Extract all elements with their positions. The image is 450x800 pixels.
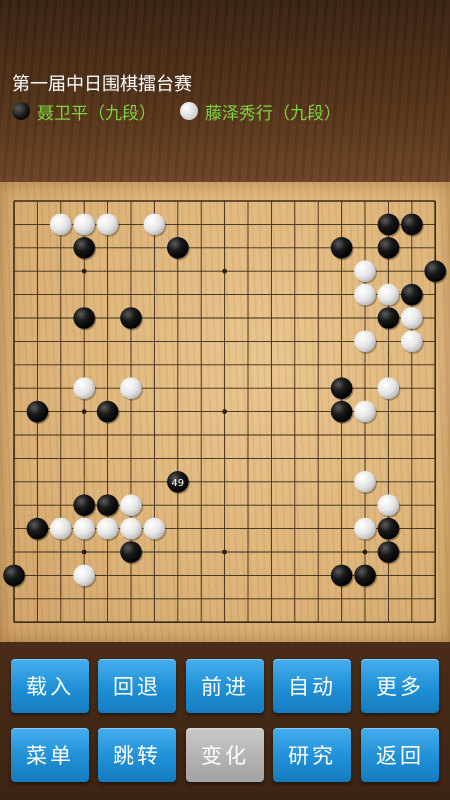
variation-button[interactable]: 变化 [186, 728, 264, 782]
star-point [222, 268, 228, 274]
black-stone [26, 517, 49, 540]
white-stone [354, 517, 376, 540]
forward-button[interactable]: 前进 [186, 659, 264, 713]
white-stone [73, 564, 95, 587]
black-stone [330, 377, 353, 399]
black-stone [377, 237, 400, 259]
white-stone [50, 213, 72, 236]
black-stone [120, 541, 142, 563]
black-stone [73, 237, 95, 259]
black-player: 聂卫平 （九段） [12, 100, 156, 124]
auto-button[interactable]: 自动 [273, 659, 351, 713]
white-stone [401, 330, 423, 353]
black-stone [424, 260, 447, 282]
black-stone [167, 237, 189, 259]
black-stone [96, 494, 119, 516]
white-stone [120, 377, 142, 399]
more-button[interactable]: 更多 [361, 659, 439, 713]
undo-button[interactable]: 回退 [98, 659, 176, 713]
black-stone [377, 541, 400, 563]
research-button[interactable]: 研究 [273, 728, 351, 782]
black-stone [377, 517, 400, 540]
black-stone [120, 307, 142, 329]
white-stone-icon [180, 102, 198, 120]
black-stone [330, 237, 353, 259]
go-board-grid[interactable]: 49 [0, 182, 450, 642]
load-button[interactable]: 载入 [11, 659, 89, 713]
star-point [362, 549, 368, 555]
white-stone [354, 400, 376, 423]
white-stone [143, 213, 166, 236]
white-stone [143, 517, 166, 540]
white-stone [354, 330, 376, 353]
star-point [222, 549, 228, 555]
menu-button[interactable]: 菜单 [11, 728, 89, 782]
black-stone [401, 213, 423, 236]
black-player-rank: （九段） [88, 103, 156, 124]
white-stone [73, 213, 95, 236]
black-stone [73, 494, 95, 516]
white-stone [120, 517, 142, 540]
white-stone [96, 517, 119, 540]
jump-button[interactable]: 跳转 [98, 728, 176, 782]
black-stone [96, 400, 119, 423]
back-button[interactable]: 返回 [361, 728, 439, 782]
black-stone [377, 213, 400, 236]
white-player-rank: （九段） [273, 103, 341, 124]
black-stone [354, 564, 376, 587]
black-stone [73, 307, 95, 329]
star-point [222, 409, 228, 414]
star-point [81, 549, 87, 555]
black-stone-icon [12, 102, 30, 120]
game-header: 第一届中日围棋擂台赛 聂卫平 （九段） 藤泽秀行 （九段） [0, 0, 450, 182]
last-move-number: 49 [171, 478, 184, 489]
white-stone [120, 494, 142, 516]
white-stone [377, 377, 400, 399]
white-stone [354, 471, 376, 493]
black-stone [330, 400, 353, 423]
white-stone [73, 377, 95, 399]
white-stone [96, 213, 119, 236]
white-stone [354, 260, 376, 282]
white-stone [377, 494, 400, 516]
black-stone [26, 400, 49, 423]
black-stone [330, 564, 353, 587]
black-stone [377, 307, 400, 329]
black-stone [3, 564, 25, 587]
toolbar: 载入 回退 前进 自动 更多 菜单 跳转 变化 研究 返回 [0, 642, 450, 800]
white-stone [73, 517, 95, 540]
white-player: 藤泽秀行 （九段） [180, 100, 341, 124]
star-point [81, 409, 87, 414]
white-stone [50, 517, 72, 540]
white-stone [354, 283, 376, 306]
white-stone [377, 283, 400, 306]
black-player-name: 聂卫平 [37, 103, 88, 124]
black-stone [401, 283, 423, 306]
white-player-name: 藤泽秀行 [205, 103, 273, 124]
star-point [81, 268, 87, 274]
go-board[interactable]: 49 [0, 182, 450, 642]
game-title: 第一届中日围棋擂台赛 [12, 74, 192, 95]
white-stone [401, 307, 423, 329]
